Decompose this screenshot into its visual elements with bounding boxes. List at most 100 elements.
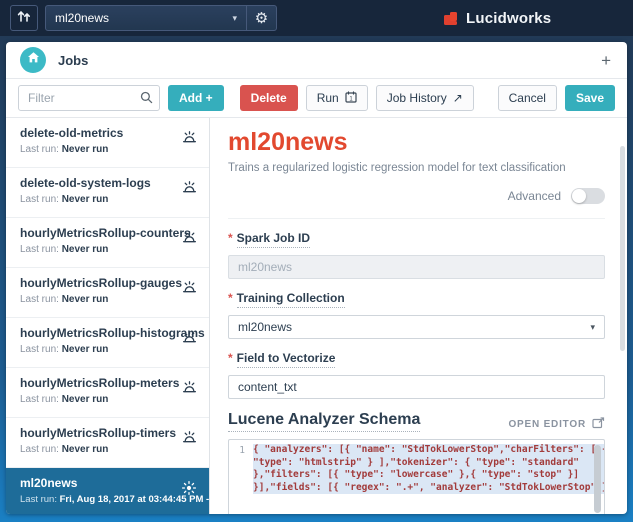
run-button[interactable]: Run 1 (306, 85, 368, 111)
code-area: { "analyzers": [{ "name": "StdTokLowerSt… (249, 440, 605, 514)
job-text: delete-old-metrics Last run: Never run (20, 126, 182, 155)
project-selector-group: ml20news ▾ ⚙ (45, 5, 277, 31)
app-switcher-button[interactable] (10, 5, 38, 31)
sun-status-icon (181, 480, 197, 501)
job-list-item[interactable]: hourlyMetricsRollup-counters Last run: N… (6, 218, 209, 268)
top-navigation-bar: ml20news ▾ ⚙ Lucidworks (0, 0, 633, 36)
add-button[interactable]: Add + (168, 85, 224, 111)
job-list-item[interactable]: hourlyMetricsRollup-timers Last run: Nev… (6, 418, 209, 468)
job-last-run: Last run: Never run (20, 444, 182, 455)
field-to-vectorize-input[interactable] (228, 375, 605, 399)
required-asterisk: * (228, 351, 233, 365)
project-dropdown-value: ml20news (55, 11, 109, 25)
gear-icon: ⚙ (255, 9, 268, 27)
beacon-status-icon (182, 430, 197, 450)
job-detail-panel: ml20news Trains a regularized logistic r… (210, 118, 627, 514)
open-editor-link[interactable]: OPEN EDITOR (508, 417, 605, 432)
beacon-status-icon (182, 380, 197, 400)
advanced-row: Advanced (228, 188, 605, 219)
job-last-run: Last run: Never run (20, 144, 182, 155)
job-last-run: Last run: Fri, Aug 18, 2017 at 03:44:45 … (20, 494, 181, 505)
job-text: hourlyMetricsRollup-gauges Last run: Nev… (20, 276, 182, 305)
chevron-down-icon: ▾ (590, 322, 595, 333)
job-last-run: Last run: Never run (20, 294, 182, 305)
project-dropdown[interactable]: ml20news ▾ (46, 6, 246, 30)
job-list: delete-old-metrics Last run: Never run d… (6, 118, 210, 514)
app-window: ml20news ▾ ⚙ Lucidworks (0, 0, 633, 522)
advanced-label: Advanced (508, 189, 561, 203)
beacon-status-icon (182, 180, 197, 200)
job-name: hourlyMetricsRollup-counters (20, 226, 182, 240)
beacon-status-icon (182, 330, 197, 350)
spark-job-id-input[interactable] (228, 255, 605, 279)
job-list-item[interactable]: hourlyMetricsRollup-meters Last run: Nev… (6, 368, 209, 418)
job-list-item[interactable]: hourlyMetricsRollup-gauges Last run: Nev… (6, 268, 209, 318)
settings-gear-button[interactable]: ⚙ (246, 6, 276, 30)
toggle-knob (572, 189, 586, 203)
job-last-run: Last run: Never run (20, 244, 182, 255)
advanced-toggle[interactable] (571, 188, 605, 204)
spark-job-id-label: Spark Job ID (237, 231, 310, 248)
open-editor-label: OPEN EDITOR (508, 419, 586, 430)
delete-button[interactable]: Delete (240, 85, 298, 111)
job-list-item[interactable]: ml20news Last run: Fri, Aug 18, 2017 at … (6, 468, 209, 514)
required-asterisk: * (228, 231, 233, 245)
job-name: delete-old-system-logs (20, 176, 182, 190)
code-line: }],"fields": [{ "regex": ".+", "analyzer… (253, 482, 605, 495)
home-icon (27, 51, 40, 69)
panel-header: Jobs + (6, 42, 627, 79)
code-line: "type": "htmlstrip" } ],"tokenizer": { "… (253, 457, 605, 470)
job-text: ml20news Last run: Fri, Aug 18, 2017 at … (20, 476, 181, 505)
job-name: hourlyMetricsRollup-histograms (20, 326, 182, 340)
job-list-item[interactable]: hourlyMetricsRollup-histograms Last run:… (6, 318, 209, 368)
filter-input[interactable] (18, 85, 160, 111)
training-collection-select[interactable]: ml20news ▾ (228, 315, 605, 339)
job-text: hourlyMetricsRollup-meters Last run: Nev… (20, 376, 182, 405)
job-list-item[interactable]: delete-old-system-logs Last run: Never r… (6, 168, 209, 218)
field-to-vectorize-label: Field to Vectorize (237, 351, 336, 368)
jobs-panel: Jobs + Add + Delete Run (6, 42, 627, 514)
cancel-button[interactable]: Cancel (498, 85, 557, 111)
training-collection-label: Training Collection (237, 291, 345, 308)
job-list-item[interactable]: delete-old-metrics Last run: Never run (6, 118, 209, 168)
job-name: hourlyMetricsRollup-timers (20, 426, 182, 440)
beacon-status-icon (182, 230, 197, 250)
beacon-status-icon (182, 280, 197, 300)
add-job-plus-button[interactable]: + (601, 52, 611, 69)
editor-scrollbar[interactable] (594, 445, 601, 513)
detail-scrollbar[interactable] (620, 146, 625, 351)
open-window-icon (592, 417, 605, 432)
job-text: delete-old-system-logs Last run: Never r… (20, 176, 182, 205)
job-last-run: Last run: Never run (20, 344, 182, 355)
calendar-icon: 1 (345, 91, 357, 106)
switch-arrows-icon (16, 8, 32, 29)
spark-job-id-label-row: * Spark Job ID (228, 231, 605, 248)
schema-label-row: Lucene Analyzer Schema OPEN EDITOR (228, 411, 605, 432)
job-text: hourlyMetricsRollup-histograms Last run:… (20, 326, 182, 355)
chevron-down-icon: ▾ (232, 13, 237, 24)
job-text: hourlyMetricsRollup-counters Last run: N… (20, 226, 182, 255)
filter-field-wrap (18, 85, 160, 111)
lucene-analyzer-schema-label: Lucene Analyzer Schema (228, 411, 420, 432)
panel-body: delete-old-metrics Last run: Never run d… (6, 117, 627, 514)
code-line: { "analyzers": [{ "name": "StdTokLowerSt… (253, 444, 605, 457)
line-number-gutter: 1 (229, 440, 249, 514)
search-icon (140, 91, 153, 109)
job-description: Trains a regularized logistic regression… (228, 162, 605, 174)
job-history-label: Job History (387, 91, 447, 105)
brand-name: Lucidworks (466, 10, 551, 27)
toolbar-right-group: Cancel Save (498, 85, 615, 111)
field-to-vectorize-label-row: * Field to Vectorize (228, 351, 605, 368)
required-asterisk: * (228, 291, 233, 305)
lucene-schema-code-editor[interactable]: 1 { "analyzers": [{ "name": "StdTokLower… (228, 439, 605, 514)
job-last-run: Last run: Never run (20, 194, 182, 205)
job-name: delete-old-metrics (20, 126, 182, 140)
home-button[interactable] (20, 47, 46, 73)
job-history-button[interactable]: Job History ↗ (376, 85, 474, 111)
run-button-label: Run (317, 91, 339, 105)
job-text: hourlyMetricsRollup-timers Last run: Nev… (20, 426, 182, 455)
job-title: ml20news (228, 128, 605, 157)
beacon-status-icon (182, 130, 197, 150)
save-button[interactable]: Save (565, 85, 615, 111)
external-link-icon: ↗ (453, 91, 463, 105)
